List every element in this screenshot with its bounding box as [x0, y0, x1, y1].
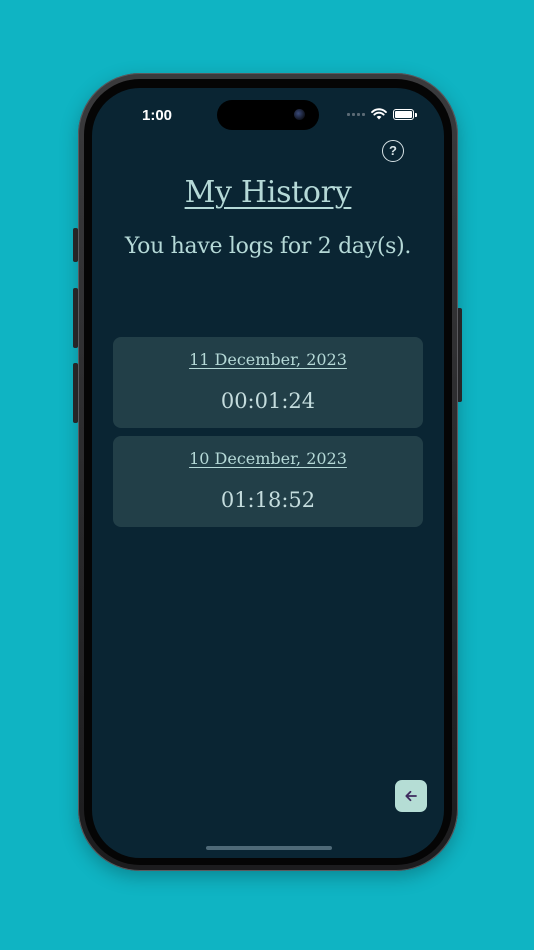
log-count-text: You have logs for 2 day(s).	[124, 234, 412, 259]
question-circle-icon: ?	[389, 143, 397, 158]
wifi-icon	[371, 108, 387, 120]
page-title: My History	[184, 175, 352, 210]
help-button[interactable]: ?	[382, 140, 404, 162]
status-icons	[347, 108, 417, 120]
dynamic-island	[217, 100, 319, 130]
camera-icon	[294, 109, 305, 120]
app-screen: 1:00 ? My History You have logs for 2 da…	[92, 88, 444, 858]
log-date-link[interactable]: 10 December, 2023	[113, 449, 423, 468]
history-card[interactable]: 10 December, 2023 01:18:52	[113, 436, 423, 527]
cellular-signal-icon	[347, 112, 365, 116]
history-card[interactable]: 11 December, 2023 00:01:24	[113, 337, 423, 428]
log-date-link[interactable]: 11 December, 2023	[113, 350, 423, 369]
log-duration: 01:18:52	[220, 488, 316, 512]
log-duration: 00:01:24	[220, 389, 316, 413]
arrow-left-icon	[405, 790, 417, 802]
status-time: 1:00	[142, 107, 173, 124]
history-list: 11 December, 2023 00:01:24 10 December, …	[113, 337, 423, 535]
back-button[interactable]	[395, 780, 427, 812]
home-indicator[interactable]	[206, 846, 332, 850]
battery-icon	[393, 108, 417, 120]
